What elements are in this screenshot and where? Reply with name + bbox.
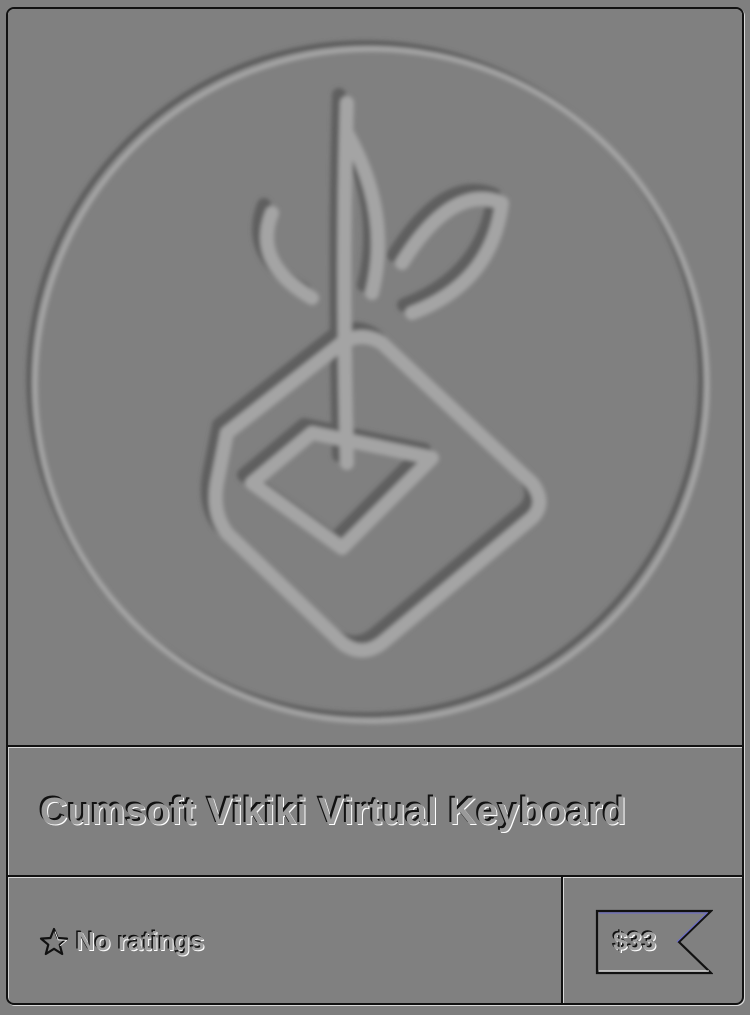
star-outline-icon	[39, 927, 69, 956]
price-tag[interactable]: $33	[595, 909, 713, 975]
rating-section: No ratings	[8, 877, 563, 1003]
price-section[interactable]: $33	[563, 877, 742, 1003]
rating-label: No ratings	[76, 926, 205, 956]
leaf-pot-logo-icon	[26, 40, 710, 724]
product-title-row[interactable]: Cumsoft Vikiki Virtual Keyboard	[8, 747, 742, 877]
price-value: $33	[613, 926, 657, 956]
product-card[interactable]: Cumsoft Vikiki Virtual Keyboard No ratin…	[6, 7, 744, 1005]
product-thumbnail[interactable]	[8, 9, 742, 747]
product-title[interactable]: Cumsoft Vikiki Virtual Keyboard	[40, 791, 627, 834]
product-footer: No ratings $33	[8, 877, 742, 1003]
